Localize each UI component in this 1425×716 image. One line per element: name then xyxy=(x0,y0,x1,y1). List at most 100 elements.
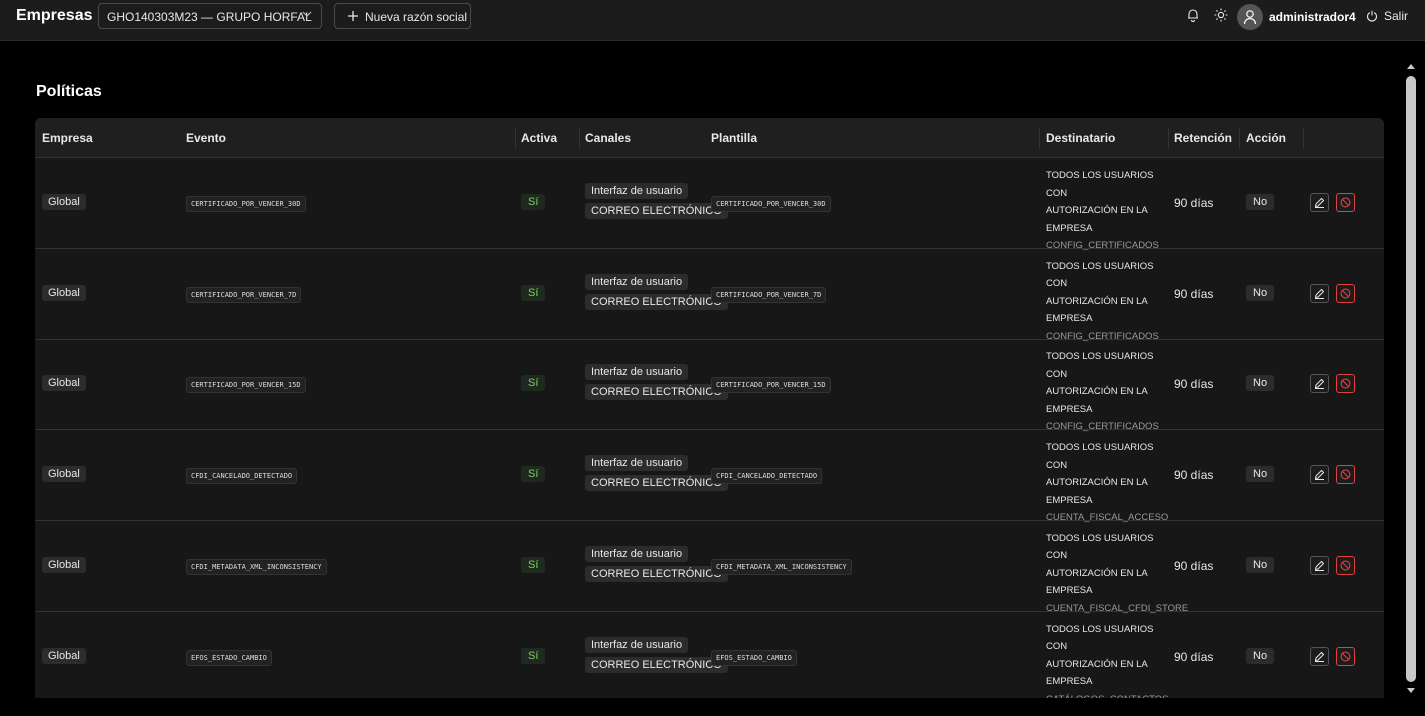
edit-button[interactable] xyxy=(1310,646,1329,666)
ban-icon xyxy=(1340,651,1351,661)
disable-button[interactable] xyxy=(1336,465,1355,485)
channel-badge: Interfaz de usuario xyxy=(585,183,689,199)
page-title: Políticas xyxy=(36,83,102,100)
column-header: Destinatario xyxy=(1046,131,1116,145)
recipient-line: AUTORIZACIÓN EN LA xyxy=(1046,477,1148,489)
disable-button[interactable] xyxy=(1336,555,1355,575)
action-badge: No xyxy=(1246,194,1275,210)
empresa-badge: Global xyxy=(42,556,86,573)
channel-badge: CORREO ELECTRÓNICO xyxy=(585,656,728,673)
bell-icon[interactable] xyxy=(1186,8,1200,22)
pencil-icon xyxy=(1314,379,1325,390)
column-divider xyxy=(515,128,516,148)
recipient-line: AUTORIZACIÓN EN LA xyxy=(1046,205,1148,216)
recipient-permission: CATÁLOGOS_CONTACTOS xyxy=(1046,691,1171,699)
top-bar: Empresas GHO140303M23 — GRUPO HORFAL Nue… xyxy=(0,0,1425,41)
retention-value: 90 días xyxy=(1174,468,1214,483)
recipient-line: EMPRESA xyxy=(1046,676,1093,687)
table-row: Global CERTIFICADO_POR_VENCER_15D Sí Interf… xyxy=(35,339,1384,432)
recipient-line: TODOS LOS USUARIOS CON xyxy=(1046,170,1154,199)
disable-button[interactable] xyxy=(1336,374,1355,394)
avatar[interactable] xyxy=(1237,4,1263,30)
chevron-down-icon xyxy=(302,11,312,17)
vertical-scrollbar[interactable] xyxy=(1404,60,1418,698)
empresa-badge: Global xyxy=(42,375,86,392)
edit-button[interactable] xyxy=(1310,283,1329,303)
edit-button[interactable] xyxy=(1310,555,1329,575)
recipient-cell: TODOS LOS USUARIOS CON AUTORIZACIÓN EN LA… xyxy=(1046,258,1171,346)
logout-button[interactable]: Salir xyxy=(1366,9,1408,23)
active-badge: Sí xyxy=(521,194,546,210)
disable-button[interactable] xyxy=(1336,646,1355,666)
channel-badge: Interfaz de usuario xyxy=(585,636,689,653)
company-select[interactable]: GHO140303M23 — GRUPO HORFAL xyxy=(98,3,322,29)
pencil-icon xyxy=(1314,288,1325,299)
scroll-thumb[interactable] xyxy=(1406,76,1416,682)
app-brand[interactable]: Empresas xyxy=(16,7,93,25)
event-code: CFDI_CANCELADO_DETECTADO xyxy=(186,468,298,485)
channel-badge: Interfaz de usuario xyxy=(585,545,689,562)
column-divider xyxy=(1168,128,1169,148)
channel-badge: Interfaz de usuario xyxy=(585,364,689,381)
active-badge: Sí xyxy=(521,466,546,483)
action-badge: No xyxy=(1246,556,1275,573)
template-code: CERTIFICADO_POR_VENCER_30D xyxy=(711,196,831,212)
recipient-line: EMPRESA xyxy=(1046,585,1093,597)
plus-icon xyxy=(348,11,358,21)
column-divider xyxy=(1303,128,1304,148)
retention-value: 90 días xyxy=(1174,558,1214,573)
ban-icon xyxy=(1340,288,1351,299)
table-row: Global CFDI_METADATA_XML_INCONSISTENCY Sí I… xyxy=(35,521,1384,614)
channel-badge: Interfaz de usuario xyxy=(585,455,689,472)
new-company-button[interactable]: Nueva razón social xyxy=(334,3,471,29)
ban-icon xyxy=(1340,378,1351,389)
recipient-line: EMPRESA xyxy=(1046,222,1093,234)
pencil-icon xyxy=(1314,651,1325,662)
channel-badge: CORREO ELECTRÓNICO xyxy=(585,475,728,492)
power-icon xyxy=(1366,10,1378,22)
active-badge: Sí xyxy=(521,284,546,301)
edit-button[interactable] xyxy=(1310,193,1329,212)
column-header: Retención xyxy=(1174,131,1233,145)
table-row: Global CFDI_CANCELADO_DETECTADO Sí Interfaz… xyxy=(35,430,1384,523)
recipient-line: AUTORIZACIÓN EN LA xyxy=(1046,295,1148,307)
recipient-line: AUTORIZACIÓN EN LA xyxy=(1046,658,1148,670)
column-header: Empresa xyxy=(42,131,93,145)
pencil-icon xyxy=(1314,469,1325,481)
retention-value: 90 días xyxy=(1174,286,1214,301)
sun-icon[interactable] xyxy=(1214,8,1228,22)
recipient-line: EMPRESA xyxy=(1046,313,1093,325)
column-header: Acción xyxy=(1246,131,1287,145)
recipient-cell: TODOS LOS USUARIOS CON AUTORIZACIÓN EN LA… xyxy=(1046,348,1171,436)
channel-badge: CORREO ELECTRÓNICO xyxy=(585,293,728,310)
edit-button[interactable] xyxy=(1310,465,1329,485)
recipient-line: AUTORIZACIÓN EN LA xyxy=(1046,386,1148,398)
recipient-cell: TODOS LOS USUARIOS CON AUTORIZACIÓN EN LA… xyxy=(1046,439,1171,527)
empresa-badge: Global xyxy=(42,194,86,210)
disable-button[interactable] xyxy=(1336,283,1355,303)
empresa-badge: Global xyxy=(42,647,86,664)
username[interactable]: administrador4 xyxy=(1269,10,1356,24)
edit-button[interactable] xyxy=(1310,374,1329,394)
user-icon xyxy=(1243,10,1257,25)
scroll-down-arrow[interactable] xyxy=(1407,688,1415,693)
event-code: CERTIFICADO_POR_VENCER_30D xyxy=(186,196,306,212)
event-code: EFOS_ESTADO_CAMBIO xyxy=(186,649,272,666)
table-row: Global CERTIFICADO_POR_VENCER_7D Sí Interfa… xyxy=(35,249,1384,342)
channel-badge: CORREO ELECTRÓNICO xyxy=(585,203,728,219)
channel-badge: Interfaz de usuario xyxy=(585,273,689,290)
table-row: Global CERTIFICADO_POR_VENCER_30D Sí Interf… xyxy=(35,158,1384,251)
disable-button[interactable] xyxy=(1336,193,1355,212)
empresa-badge: Global xyxy=(42,284,86,301)
scroll-up-arrow[interactable] xyxy=(1407,64,1415,69)
retention-value: 90 días xyxy=(1174,196,1214,210)
active-badge: Sí xyxy=(521,556,546,573)
recipient-line: TODOS LOS USUARIOS CON xyxy=(1046,442,1154,471)
channel-badge: CORREO ELECTRÓNICO xyxy=(585,384,728,401)
action-badge: No xyxy=(1246,375,1275,392)
column-header: Activa xyxy=(521,131,558,145)
template-code: CERTIFICADO_POR_VENCER_15D xyxy=(711,377,831,394)
logout-label: Salir xyxy=(1384,9,1409,23)
ban-icon xyxy=(1340,197,1351,208)
column-divider xyxy=(1039,128,1040,148)
